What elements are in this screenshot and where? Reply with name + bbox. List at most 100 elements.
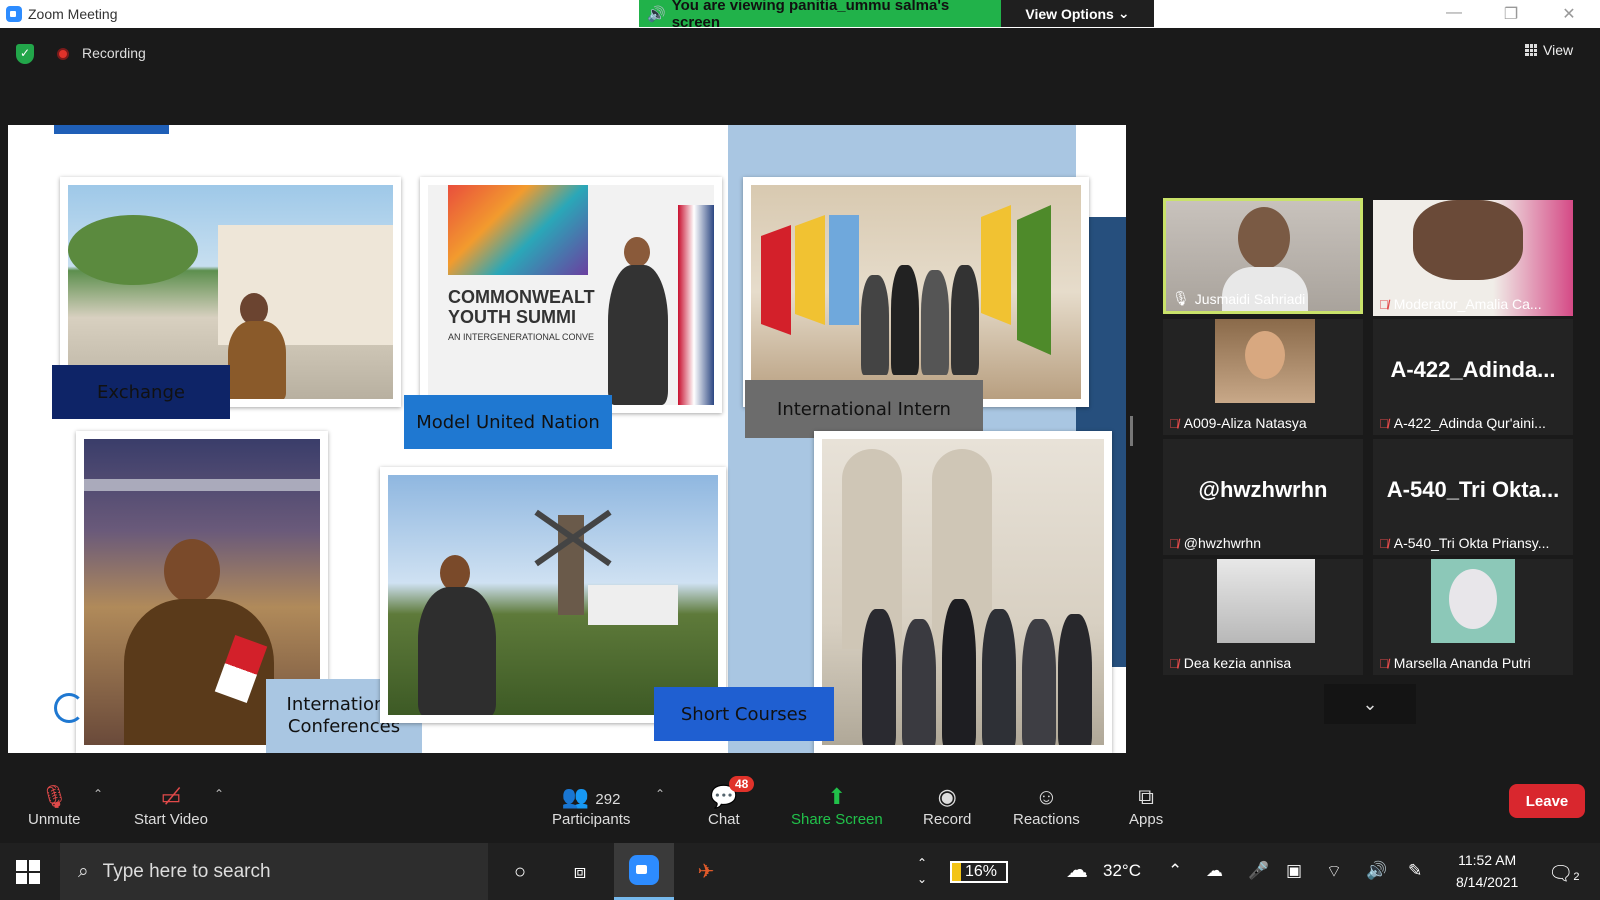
- weather-cloud-icon[interactable]: ☁: [1066, 857, 1088, 883]
- window-title: Zoom Meeting: [28, 6, 118, 22]
- participant-tile[interactable]: 🎙̸ Moderator_Amalia Ca...: [1373, 200, 1573, 316]
- international-intern-label: International Intern: [745, 380, 983, 438]
- battery-scroll-arrows-icon[interactable]: ⌃ ⌄: [912, 855, 932, 889]
- search-icon: ⌕: [78, 860, 89, 882]
- short-courses-group-photo: [814, 431, 1112, 753]
- unmute-label: Unmute: [28, 811, 81, 828]
- poster-text-line2: YOUTH SUMMI: [448, 307, 576, 327]
- shared-screen-slide: Exchange COMMONWEALT YOUTH SUMMI AN INTE…: [8, 125, 1126, 753]
- short-courses-label: Short Courses: [654, 687, 834, 741]
- mic-muted-icon: 🎙̸: [1169, 415, 1179, 431]
- view-options-button[interactable]: View Options ⌄: [1001, 0, 1154, 27]
- participant-name: 🎙̸ Dea kezia annisa: [1169, 655, 1292, 671]
- reactions-button[interactable]: ☺ Reactions: [1013, 783, 1080, 828]
- close-icon[interactable]: ✕: [1549, 4, 1589, 24]
- windows-start-icon[interactable]: [16, 860, 40, 884]
- weather-temperature[interactable]: 32°C: [1103, 861, 1141, 881]
- zoom-logo-icon: [6, 6, 22, 22]
- participant-tile[interactable]: 🎙̸ Marsella Ananda Putri: [1373, 559, 1573, 675]
- participant-tile[interactable]: 🎙̸ A009-Aliza Natasya: [1163, 319, 1363, 435]
- taskbar-clock[interactable]: 11:52 AM 8/14/2021: [1456, 849, 1518, 893]
- participants-button[interactable]: 👥 292 Participants: [552, 783, 630, 828]
- poster-text-line1: COMMONWEALT: [448, 287, 595, 307]
- participant-name: 🎙̸ Marsella Ananda Putri: [1379, 655, 1531, 671]
- panel-resize-handle[interactable]: [1130, 416, 1133, 446]
- participants-icon: 👥 292: [561, 784, 621, 809]
- reactions-icon: ☺: [1035, 784, 1058, 809]
- taskbar-search-box[interactable]: ⌕ Type here to search: [60, 843, 488, 900]
- start-video-button[interactable]: ▭̸ Start Video: [134, 783, 208, 828]
- mic-muted-icon: 🎙̸: [1379, 296, 1389, 312]
- chat-label: Chat: [708, 811, 740, 828]
- gallery-next-page-button[interactable]: ⌄: [1324, 684, 1416, 724]
- share-screen-label: Share Screen: [791, 811, 883, 828]
- share-screen-button[interactable]: ⬆ Share Screen: [791, 783, 883, 828]
- taskbar-pinned-app-icon[interactable]: ✈: [686, 855, 726, 889]
- minimize-icon[interactable]: —: [1434, 4, 1474, 22]
- share-screen-icon: ⬆: [827, 784, 847, 809]
- mic-muted-icon: 🎙̸: [1379, 655, 1389, 671]
- pen-icon[interactable]: ✎: [1408, 861, 1422, 881]
- mic-icon: 🎙: [1172, 290, 1190, 306]
- reactions-label: Reactions: [1013, 811, 1080, 828]
- search-placeholder: Type here to search: [102, 860, 271, 882]
- show-hidden-icons-icon[interactable]: ⌃: [1168, 861, 1182, 881]
- battery-indicator[interactable]: 16%: [950, 861, 1008, 883]
- record-button[interactable]: ◉ Record: [923, 783, 971, 828]
- clock-time: 11:52 AM: [1458, 852, 1517, 868]
- display-icon[interactable]: ▣: [1286, 861, 1302, 881]
- participants-caret-icon[interactable]: ⌃: [655, 787, 665, 801]
- participant-tile-active-speaker[interactable]: 🎙 Jusmaidi Sahriadi: [1163, 198, 1363, 314]
- participant-name: 🎙̸ A009-Aliza Natasya: [1169, 415, 1307, 431]
- leave-button[interactable]: Leave: [1509, 784, 1585, 818]
- participant-name: 🎙̸ Moderator_Amalia Ca...: [1379, 296, 1542, 312]
- mic-muted-icon: 🎙: [40, 784, 69, 809]
- zoom-app-icon: [629, 855, 659, 885]
- apps-icon: ⧉: [1138, 784, 1154, 809]
- chevron-down-icon: ⌄: [1117, 5, 1130, 21]
- security-shield-icon[interactable]: ✓: [16, 44, 34, 64]
- participant-name: 🎙̸ @hwzhwrhn: [1169, 535, 1261, 551]
- meeting-toolbar: 🎙 Unmute ⌃ ▭̸ Start Video ⌃ 👥 292 Partic…: [0, 776, 1600, 843]
- volume-icon[interactable]: 🔊: [1366, 861, 1387, 881]
- participant-name: 🎙 Jusmaidi Sahriadi: [1172, 290, 1306, 307]
- participant-tile[interactable]: 🎙̸ Dea kezia annisa: [1163, 559, 1363, 675]
- audio-options-caret-icon[interactable]: ⌃: [93, 787, 103, 801]
- record-label: Record: [923, 811, 972, 828]
- mic-muted-icon: 🎙̸: [1169, 655, 1179, 671]
- wifi-icon[interactable]: ⌔: [1326, 861, 1342, 882]
- notification-center-icon[interactable]: 🗨2: [1548, 861, 1580, 886]
- participant-name: 🎙̸ A-422_Adinda Qur'aini...: [1379, 415, 1546, 431]
- taskbar-zoom-app[interactable]: [614, 843, 674, 900]
- participant-tile[interactable]: @hwzhwrhn 🎙̸ @hwzhwrhn: [1163, 439, 1363, 555]
- apps-label: Apps: [1129, 811, 1164, 828]
- recording-label: Recording: [82, 45, 146, 61]
- restore-icon[interactable]: ❐: [1491, 4, 1531, 24]
- task-view-icon[interactable]: ⧈: [560, 855, 600, 889]
- recording-icon: [57, 48, 69, 60]
- window-titlebar: Zoom Meeting 🔊 You are viewing panitia_u…: [0, 0, 1600, 31]
- windows-taskbar: ⌕ Type here to search ○ ⧈ ✈ ⌃ ⌄ 16% ☁ 32°…: [0, 843, 1600, 900]
- speaker-icon: 🔊: [647, 5, 666, 23]
- record-icon: ◉: [937, 784, 957, 809]
- onedrive-icon[interactable]: ☁: [1206, 861, 1223, 881]
- viewing-screen-text: You are viewing panitia_ummu salma's scr…: [671, 0, 950, 31]
- video-options-caret-icon[interactable]: ⌃: [214, 787, 224, 801]
- participant-display-name: A-540_Tri Okta...: [1386, 477, 1560, 502]
- battery-fill: [952, 863, 961, 881]
- short-courses-windmill-photo: [380, 467, 726, 723]
- notification-count: 2: [1573, 871, 1580, 883]
- participants-label: Participants: [552, 811, 631, 828]
- participant-display-name: @hwzhwrhn: [1198, 477, 1328, 502]
- cortana-icon[interactable]: ○: [500, 855, 540, 889]
- slide-accent-bar: [54, 125, 169, 134]
- unmute-button[interactable]: 🎙 Unmute: [28, 783, 81, 828]
- participant-tile[interactable]: A-540_Tri Okta... 🎙̸ A-540_Tri Okta Pria…: [1373, 439, 1573, 555]
- international-intern-photo: [743, 177, 1089, 407]
- chevron-down-icon: ⌄: [1362, 693, 1378, 714]
- app-title: Zoom Meeting: [6, 6, 117, 22]
- microphone-icon[interactable]: 🎤: [1248, 861, 1269, 881]
- participant-tile[interactable]: A-422_Adinda... 🎙̸ A-422_Adinda Qur'aini…: [1373, 319, 1573, 435]
- apps-button[interactable]: ⧉ Apps: [1129, 783, 1163, 828]
- view-button[interactable]: View: [1525, 42, 1573, 58]
